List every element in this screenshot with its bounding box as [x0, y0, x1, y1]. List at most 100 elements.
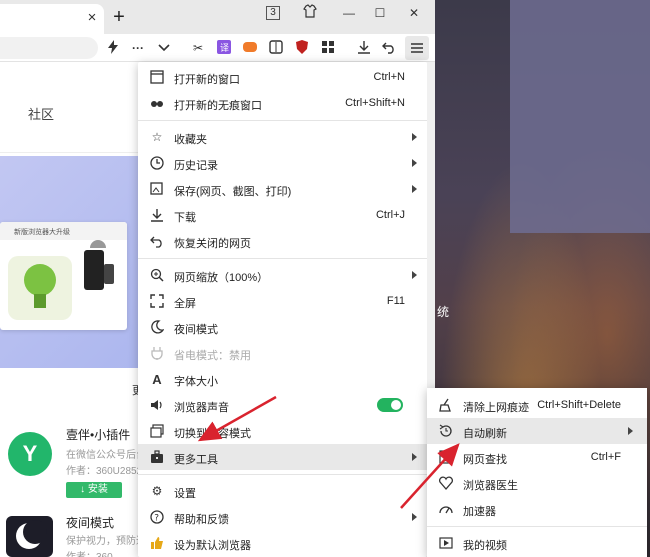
- ext1-author: 作者：360U2852: [66, 466, 143, 477]
- submenu-item-auto-refresh[interactable]: 自动刷新: [427, 418, 647, 444]
- chevron-right-icon: [412, 159, 417, 167]
- zoom-icon: [150, 268, 164, 282]
- menu-item-help[interactable]: ? 帮助和反馈: [138, 504, 427, 530]
- scissors-icon[interactable]: ✂: [190, 40, 206, 56]
- menu-separator: [138, 258, 427, 259]
- menu-item-settings[interactable]: ⚙ 设置: [138, 478, 427, 504]
- chevron-right-icon: [412, 453, 417, 461]
- download-icon[interactable]: [356, 40, 372, 56]
- tab-close-icon[interactable]: ×: [84, 10, 100, 26]
- window-icon: [150, 70, 164, 84]
- submenu-separator: [427, 526, 647, 527]
- menu-item-incognito[interactable]: 打开新的无痕窗口 Ctrl+Shift+N: [138, 90, 427, 116]
- undo-icon[interactable]: [381, 40, 397, 56]
- refresh-clock-icon: [439, 424, 453, 438]
- video-play-icon: [439, 536, 453, 550]
- plug-icon: [150, 346, 164, 360]
- star-list-icon: ☆: [151, 130, 163, 144]
- fullscreen-icon: [150, 294, 164, 308]
- submenu-item-accelerator[interactable]: 加速器: [427, 496, 647, 522]
- sound-toggle[interactable]: [377, 398, 403, 412]
- ext2-title[interactable]: 夜间模式: [66, 514, 114, 531]
- minimize-button[interactable]: —: [338, 4, 360, 22]
- toggle-knob: [391, 400, 401, 410]
- hamburger-icon: [411, 43, 423, 53]
- menu-item-restore-closed[interactable]: 恢复关闭的网页: [138, 228, 427, 254]
- menu-item-browser-sound[interactable]: 浏览器声音: [138, 392, 427, 418]
- menu-item-zoom[interactable]: 网页缩放（100%）: [138, 262, 427, 288]
- side-text: 统: [437, 305, 450, 319]
- tab-count-badge[interactable]: 3: [266, 6, 280, 20]
- menu-item-history[interactable]: 历史记录: [138, 150, 427, 176]
- more-dots-icon[interactable]: ···: [130, 40, 146, 56]
- save-image-icon: [150, 182, 164, 196]
- menu-item-night-mode[interactable]: 夜间模式: [138, 314, 427, 340]
- main-menu-button[interactable]: [405, 36, 429, 60]
- undo-icon: [150, 234, 164, 248]
- page-find-icon: [439, 450, 453, 464]
- ext1-desc: 在微信公众号后台: [66, 450, 146, 461]
- menu-separator: [138, 120, 427, 121]
- menu-item-new-window[interactable]: 打开新的窗口 Ctrl+N: [138, 64, 427, 90]
- game-icon[interactable]: [242, 40, 258, 56]
- thumbs-up-icon: [150, 536, 164, 550]
- main-menu: 打开新的窗口 Ctrl+N 打开新的无痕窗口 Ctrl+Shift+N ☆ 收藏…: [138, 62, 435, 557]
- close-window-button[interactable]: ✕: [403, 4, 425, 22]
- svg-text:译: 译: [220, 43, 229, 54]
- menu-item-save[interactable]: 保存(网页、截图、打印): [138, 176, 427, 202]
- address-bar[interactable]: [0, 37, 98, 59]
- apps-grid-icon[interactable]: [320, 40, 336, 56]
- download-icon: [150, 208, 164, 222]
- skin-icon[interactable]: [299, 4, 321, 22]
- ext1-logo: Y: [8, 432, 52, 476]
- translate-icon[interactable]: 译: [216, 40, 232, 56]
- chevron-right-icon: [412, 513, 417, 521]
- menu-item-default-browser[interactable]: 设为默认浏览器: [138, 530, 427, 556]
- menu-item-power-save: 省电模式：禁用: [138, 340, 427, 366]
- font-a-icon: A: [152, 371, 162, 387]
- banner-card-caption: 新版浏览器大升级: [0, 222, 127, 240]
- menu-separator: [138, 474, 427, 475]
- carousel-dots[interactable]: [98, 408, 128, 422]
- banner-card[interactable]: 新版浏览器大升级: [0, 222, 127, 330]
- speedometer-icon: [439, 502, 453, 516]
- ext2-author: 作者：360: [66, 548, 113, 557]
- tab-bar: × + 3 — ☐ ✕: [0, 0, 435, 34]
- ext2-logo: [6, 516, 53, 557]
- ext1-install-button[interactable]: ↓ 安装: [66, 482, 122, 498]
- ext2-desc: 保护视力，预防近: [66, 536, 146, 547]
- chevron-right-icon: [628, 427, 633, 435]
- menu-item-fullscreen[interactable]: 全屏 F11: [138, 288, 427, 314]
- compat-window-icon: [150, 424, 164, 438]
- toolbox-icon: [150, 450, 164, 464]
- toolbar: ··· ✂ 译: [0, 34, 435, 62]
- svg-text:?: ?: [154, 514, 159, 524]
- maximize-button[interactable]: ☐: [369, 4, 391, 22]
- menu-item-more-tools[interactable]: 更多工具: [138, 444, 427, 470]
- menu-item-compat-mode[interactable]: 切换到兼容模式: [138, 418, 427, 444]
- submenu-item-my-videos[interactable]: 我的视频: [427, 530, 647, 556]
- chevron-right-icon: [412, 133, 417, 141]
- nav-community-link[interactable]: 社区: [28, 104, 54, 123]
- blurred-window: [510, 0, 650, 233]
- menu-item-font-size[interactable]: A 字体大小: [138, 366, 427, 392]
- lightning-icon[interactable]: [105, 40, 121, 56]
- submenu-item-page-find[interactable]: 网页查找 Ctrl+F: [427, 444, 647, 470]
- moon-icon: [150, 320, 164, 334]
- submenu-item-clear-traces[interactable]: 清除上网痕迹 Ctrl+Shift+Delete: [427, 392, 647, 418]
- menu-item-download[interactable]: 下载 Ctrl+J: [138, 202, 427, 228]
- menu-item-favorites[interactable]: ☆ 收藏夹: [138, 124, 427, 150]
- chevron-down-icon[interactable]: [156, 40, 172, 56]
- chevron-right-icon: [412, 271, 417, 279]
- chevron-right-icon: [412, 185, 417, 193]
- more-tools-submenu: 清除上网痕迹 Ctrl+Shift+Delete 自动刷新 网页查找 Ctrl+…: [427, 388, 647, 557]
- active-tab[interactable]: ×: [0, 4, 104, 34]
- heart-pulse-icon: [439, 476, 453, 490]
- new-tab-button[interactable]: +: [110, 7, 128, 27]
- gear-icon: ⚙: [151, 484, 163, 498]
- book-icon[interactable]: [268, 40, 284, 56]
- help-icon: ?: [150, 510, 164, 524]
- ublock-shield-icon[interactable]: [294, 40, 310, 56]
- submenu-item-browser-doctor[interactable]: 浏览器医生: [427, 470, 647, 496]
- ext1-title[interactable]: 壹伴•小插件: [66, 426, 130, 443]
